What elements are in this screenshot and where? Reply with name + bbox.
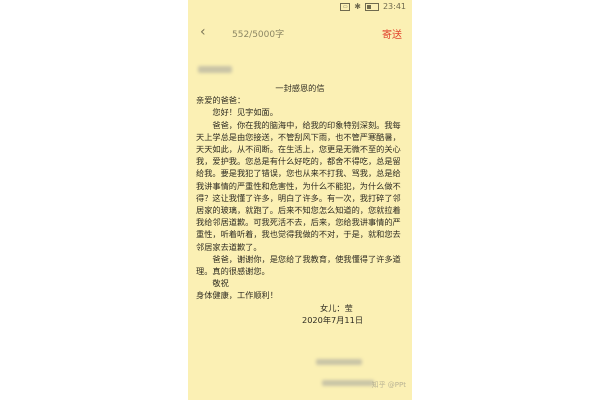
salutation: 亲爱的爸爸：: [196, 95, 246, 106]
blurred-footer-line-1: [316, 359, 362, 365]
blurred-recipient: [198, 66, 232, 73]
bluetooth-icon: ✱: [354, 2, 361, 11]
status-icons: ▭ ✱ 23:41: [340, 2, 406, 11]
editor-toolbar: ‹ 552/5000字 寄送: [188, 22, 412, 44]
battery-icon: [364, 2, 379, 11]
phone-screen: ▭ ✱ 23:41 ‹ 552/5000字 寄送 一封感恩的信 亲爱的爸爸： 您…: [188, 0, 412, 400]
word-count: 552/5000字: [232, 30, 285, 40]
letter-date: 2020年7月11日: [302, 314, 364, 325]
status-bar: ▭ ✱ 23:41: [188, 0, 412, 14]
signature: 女儿：莹: [320, 302, 353, 313]
letter-paragraph: 爸爸，你在我的脑海中，给我的印象特别深刻。我每天上学总是由您接送，不管刮风下雨，…: [196, 119, 401, 252]
letter-paragraph: 爸爸，谢谢你，是您给了我教育，使我懂得了许多道理。真的很感谢您。: [196, 253, 401, 277]
closing: 敬祝: [212, 278, 229, 289]
letter-title: 一封感恩的信: [275, 83, 325, 93]
sim-icon: ▭: [340, 2, 351, 11]
status-time: 23:41: [382, 2, 406, 11]
blurred-footer-line-2: [322, 380, 374, 386]
letter-body[interactable]: 一封感恩的信 亲爱的爸爸： 您好！见字如面。 爸爸，你在我的脑海中，给我的印象特…: [196, 82, 404, 326]
send-button[interactable]: 寄送: [382, 26, 402, 41]
chevron-left-icon[interactable]: ‹: [200, 24, 214, 40]
wish: 身体健康，工作顺利！: [196, 290, 278, 301]
letter-paragraph: 您好！见字如面。: [212, 107, 278, 118]
watermark: 知乎 @PPt: [371, 381, 406, 389]
